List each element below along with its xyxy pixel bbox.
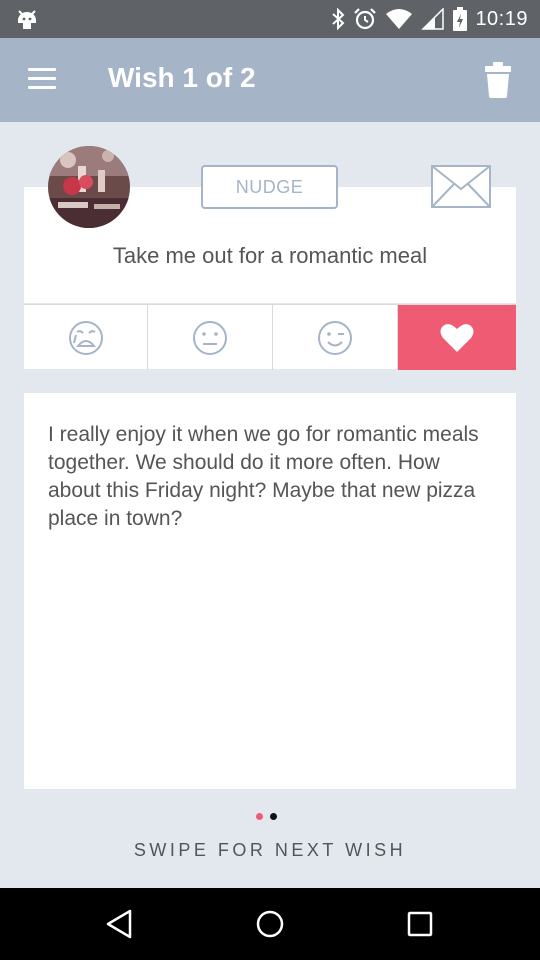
page-indicator (256, 813, 277, 820)
heart-icon (440, 323, 474, 352)
trash-icon[interactable] (484, 62, 512, 98)
recents-icon[interactable] (402, 906, 438, 942)
status-bar: 10:19 (0, 0, 540, 38)
page-dot-active (256, 813, 263, 820)
neutral-face-icon (193, 320, 227, 355)
winking-face-icon (318, 320, 352, 355)
wish-description-card: I really enjoy it when we go for romanti… (24, 393, 516, 789)
reaction-love-button[interactable] (398, 305, 516, 370)
app-bar: Wish 1 of 2 (0, 38, 540, 122)
back-icon[interactable] (102, 906, 138, 942)
wish-title: Take me out for a romantic meal (112, 243, 428, 268)
reaction-sad-button[interactable] (24, 305, 148, 370)
wish-description: I really enjoy it when we go for romanti… (48, 423, 479, 530)
page-dot (270, 813, 277, 820)
clock: 10:19 (475, 7, 528, 30)
envelope-icon[interactable] (431, 165, 491, 208)
home-icon[interactable] (252, 906, 288, 942)
reaction-happy-button[interactable] (273, 305, 398, 370)
nudge-button[interactable]: NUDGE (201, 165, 338, 209)
signal-icon (421, 8, 445, 30)
alarm-icon (354, 8, 377, 30)
crying-face-icon (68, 320, 103, 355)
swipe-hint: SWIPE FOR NEXT WISH (133, 840, 407, 860)
avatar[interactable] (48, 146, 130, 228)
android-debug-icon (18, 10, 36, 29)
avatar-photo (48, 146, 130, 228)
reaction-bar (24, 304, 516, 370)
battery-icon (453, 7, 468, 31)
hamburger-menu-icon[interactable] (28, 68, 56, 90)
navigation-bar (0, 888, 540, 960)
page-title: Wish 1 of 2 (108, 62, 256, 93)
reaction-neutral-button[interactable] (148, 305, 273, 370)
bluetooth-icon (332, 8, 345, 30)
wifi-icon (386, 9, 413, 29)
